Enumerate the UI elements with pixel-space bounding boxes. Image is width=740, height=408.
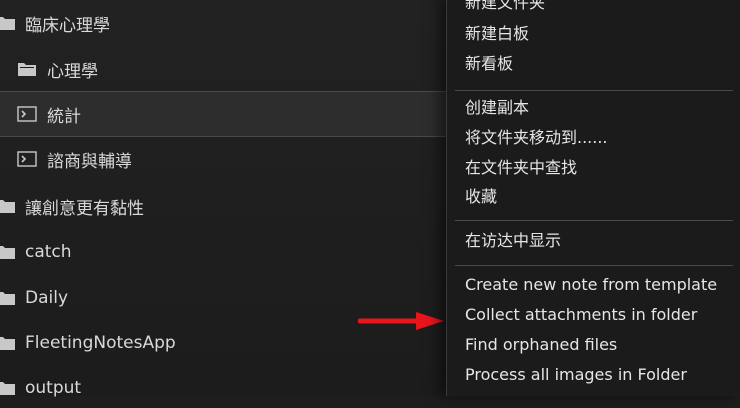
folder-icon <box>0 382 15 395</box>
menu-item-new-canvas[interactable]: 新建白板 <box>465 24 529 44</box>
menu-separator <box>455 90 733 91</box>
tree-item-label: 臨床心理學 <box>25 15 110 36</box>
tree-item-folder[interactable]: 心理學 <box>0 49 460 89</box>
tree-item-label: 讓創意更有黏性 <box>25 198 144 219</box>
folder-icon <box>0 17 15 30</box>
folder-icon <box>18 63 36 76</box>
tree-item-label: 心理學 <box>47 61 98 82</box>
menu-item-duplicate[interactable]: 创建副本 <box>465 98 529 118</box>
menu-item-create-note-from-template[interactable]: Create new note from template <box>465 275 717 295</box>
menu-item-bookmark[interactable]: 收藏 <box>465 187 497 207</box>
tree-item-folder-selected[interactable]: 統計 <box>0 91 460 137</box>
terminal-folder-icon <box>17 106 37 122</box>
menu-item-collect-attachments[interactable]: Collect attachments in folder <box>465 305 697 325</box>
tree-item-label: FleetingNotesApp <box>25 333 176 353</box>
tree-item-folder[interactable]: 讓創意更有黏性 <box>0 186 460 226</box>
tree-item-label: Daily <box>25 288 69 308</box>
folder-icon <box>0 246 15 259</box>
menu-item-new-folder[interactable]: 新建文件夹 <box>465 0 545 13</box>
menu-item-find-orphaned-files[interactable]: Find orphaned files <box>465 335 617 355</box>
red-arrow-annotation <box>358 312 444 330</box>
tree-item-label: output <box>25 378 82 398</box>
menu-separator <box>455 265 733 266</box>
menu-separator <box>455 220 733 221</box>
menu-item-new-kanban[interactable]: 新看板 <box>465 54 513 74</box>
terminal-folder-icon <box>17 151 37 167</box>
menu-item-process-images[interactable]: Process all images in Folder <box>465 365 687 385</box>
menu-item-search-in-folder[interactable]: 在文件夹中查找 <box>465 158 577 178</box>
menu-item-move-folder[interactable]: 将文件夹移动到...... <box>465 128 608 148</box>
menu-item-reveal-in-finder[interactable]: 在访达中显示 <box>465 231 561 251</box>
tree-item-label: 統計 <box>47 106 81 127</box>
folder-icon <box>0 200 15 213</box>
file-explorer-sidebar: 臨床心理學 心理學 統計 諮商與輔導 讓創意更有黏性 catch Daily F… <box>0 0 460 398</box>
folder-icon <box>0 292 15 305</box>
tree-item-label: 諮商與輔導 <box>47 151 132 172</box>
context-menu: 新建文件夹 新建白板 新看板 创建副本 将文件夹移动到...... 在文件夹中查… <box>446 0 740 396</box>
tree-item-folder[interactable]: 臨床心理學 <box>0 3 460 43</box>
tree-item-folder[interactable]: catch <box>0 232 460 272</box>
folder-icon <box>0 337 15 350</box>
tree-item-label: catch <box>25 242 72 262</box>
tree-item-folder[interactable]: output <box>0 368 460 408</box>
tree-item-folder[interactable]: 諮商與輔導 <box>0 139 460 179</box>
